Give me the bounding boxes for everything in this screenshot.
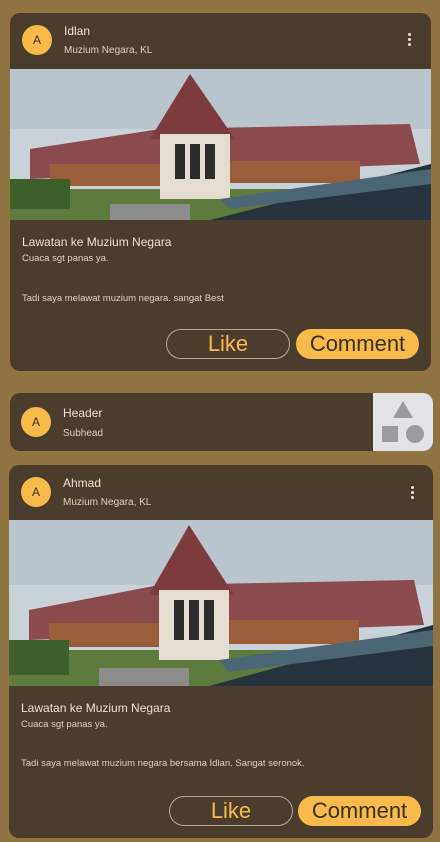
- post-subtitle: Cuaca sgt panas ya.: [21, 719, 108, 730]
- shapes-placeholder-icon: [373, 393, 433, 451]
- author-name: Idlan: [64, 24, 91, 38]
- post-title: Lawatan ke Muzium Negara: [22, 235, 172, 249]
- post-location: Muzium Negara, KL: [64, 45, 153, 56]
- list-item-subhead: Subhead: [63, 428, 104, 439]
- post-body: Tadi saya melawat muzium negara bersama …: [21, 758, 305, 769]
- comment-button[interactable]: Comment: [296, 329, 419, 359]
- post-photo: [10, 69, 431, 220]
- comment-button[interactable]: Comment: [298, 796, 421, 826]
- avatar: A: [21, 407, 51, 437]
- post-body: Tadi saya melawat muzium negara. sangat …: [22, 293, 224, 304]
- avatar[interactable]: A: [21, 477, 51, 507]
- post-photo: [9, 520, 433, 686]
- like-button[interactable]: Like: [166, 329, 290, 359]
- post-title: Lawatan ke Muzium Negara: [21, 701, 171, 715]
- post-card: A Ahmad Muzium Negara, KL Lawatan ke Muz…: [9, 465, 433, 838]
- author-name: Ahmad: [63, 476, 102, 490]
- more-vert-icon[interactable]: [408, 33, 412, 47]
- more-vert-icon[interactable]: [411, 486, 415, 500]
- list-item-header: Header: [63, 406, 103, 420]
- post-location: Muzium Negara, KL: [63, 497, 152, 508]
- avatar[interactable]: A: [22, 25, 52, 55]
- list-item[interactable]: A Header Subhead: [10, 393, 433, 451]
- like-button[interactable]: Like: [169, 796, 293, 826]
- post-subtitle: Cuaca sgt panas ya.: [22, 253, 109, 264]
- post-card: A Idlan Muzium Negara, KL Lawatan ke Muz…: [10, 13, 431, 371]
